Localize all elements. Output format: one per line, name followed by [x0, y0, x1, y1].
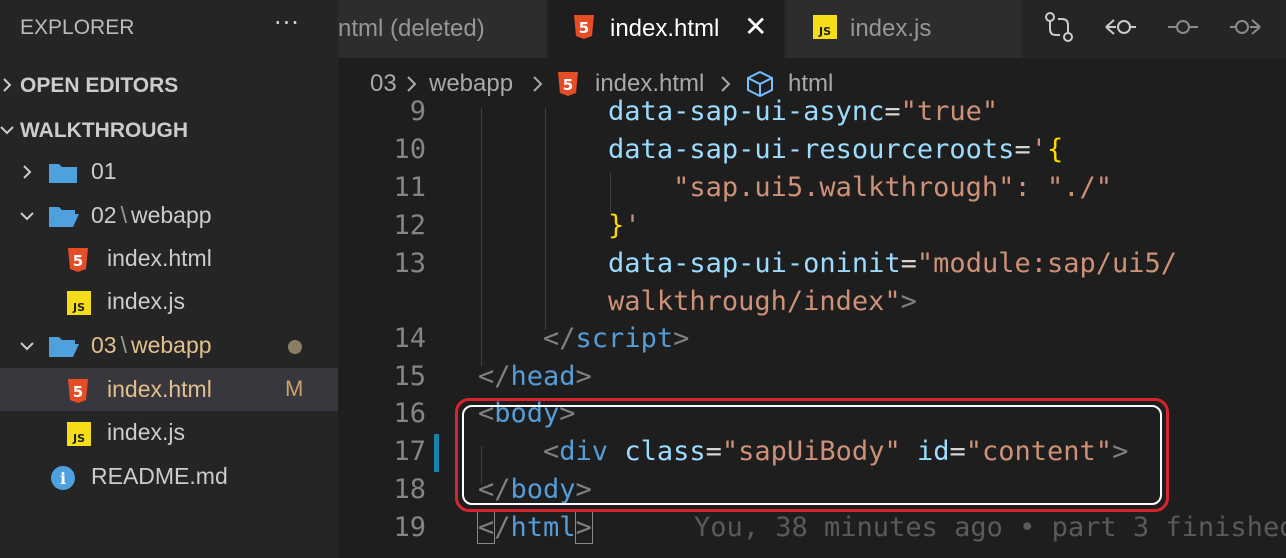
chevron-right-icon: [23, 165, 32, 179]
code-line: </head>: [478, 361, 592, 392]
html5-icon: 5: [68, 379, 88, 403]
close-icon[interactable]: ✕: [744, 10, 767, 43]
code-line: </html>: [476, 511, 593, 544]
js-file-icon: JS: [813, 15, 837, 39]
html-badge-text: 5: [563, 76, 573, 94]
git-modified-gutter-marker: [434, 434, 439, 472]
js-file-icon: JS: [67, 422, 91, 446]
chevron-down-icon: [0, 126, 14, 135]
section-open-editors[interactable]: OPEN EDITORS: [0, 66, 338, 106]
tab-label: index.html: [610, 15, 720, 42]
tab-label: ntml (deleted): [338, 15, 485, 42]
code-line: </script>: [543, 323, 690, 354]
tree-item-label: 02 \ webapp: [91, 202, 212, 228]
tree-item-folder-03-webapp[interactable]: 03 \ webapp: [0, 324, 338, 367]
js-badge-text: JS: [818, 25, 831, 38]
folder-open-icon: [49, 337, 79, 357]
tree-item-label: index.js: [107, 419, 185, 445]
chevron-right-icon: [3, 78, 12, 92]
editor-area: ntml (deleted) 5 index.html ✕ JS index.j…: [338, 0, 1286, 558]
section-walkthrough[interactable]: WALKTHROUGH: [0, 111, 338, 151]
info-icon: i: [51, 466, 75, 490]
tree-item-file[interactable]: JS index.js: [0, 411, 338, 454]
html5-icon: 5: [574, 15, 594, 39]
explorer-header: EXPLORER ···: [0, 0, 338, 56]
folder-icon: [49, 164, 77, 183]
current-change-icon[interactable]: [1166, 10, 1200, 44]
tree-item-folder-01[interactable]: 01: [0, 150, 338, 193]
chevron-down-icon: [20, 342, 34, 351]
tab-index-html-active[interactable]: 5 index.html ✕: [548, 0, 784, 58]
html5-icon: 5: [68, 248, 88, 272]
folder-open-icon: [49, 207, 79, 227]
tree-item-label: index.js: [107, 288, 185, 314]
source-control-compare-icon[interactable]: [1042, 10, 1076, 44]
line-number: 10: [393, 134, 426, 165]
breadcrumb-item[interactable]: html: [788, 70, 833, 98]
code-line: data-sap-ui-oninit="module:sap/ui5/: [608, 248, 1178, 279]
html-badge-text: 5: [579, 19, 589, 37]
tab-bar: ntml (deleted) 5 index.html ✕ JS index.j…: [338, 0, 1286, 58]
line-number: 18: [393, 474, 426, 505]
line-number: 9: [409, 96, 426, 127]
tree-item-file[interactable]: JS index.js: [0, 280, 338, 323]
tree-item-label: index.html: [107, 245, 212, 271]
highlight-annotation: [455, 398, 1169, 512]
tree-item-file[interactable]: i README.md: [0, 455, 338, 498]
line-number: 15: [393, 361, 426, 392]
line-number: 13: [393, 248, 426, 279]
chevron-right-icon: [407, 76, 417, 92]
chevron-right-icon: [721, 76, 731, 92]
breadcrumb-item[interactable]: 03: [370, 70, 397, 98]
tree-item-label: 01: [91, 158, 117, 184]
line-number: 17: [393, 436, 426, 467]
line-number: 11: [393, 172, 426, 203]
tree-item-file[interactable]: 5 index.html: [0, 237, 338, 280]
go-back-change-icon[interactable]: [1104, 10, 1138, 44]
tab-deleted-file[interactable]: ntml (deleted): [338, 0, 546, 58]
symbol-structure-icon: [747, 70, 773, 98]
code-line: walkthrough/index">: [608, 286, 917, 317]
info-badge-text: i: [60, 469, 66, 488]
go-forward-change-icon[interactable]: [1228, 10, 1262, 44]
breadcrumb-item[interactable]: index.html: [595, 70, 704, 98]
git-blame-annotation: You, 38 minutes ago • part 3 finished: [694, 512, 1286, 543]
section-label: OPEN EDITORS: [20, 74, 179, 97]
code-line: data-sap-ui-resourceroots='{: [608, 134, 1064, 165]
tree-item-folder-02-webapp[interactable]: 02 \ webapp: [0, 194, 338, 237]
line-number: 14: [393, 323, 426, 354]
line-number: 19: [393, 512, 426, 543]
code-line: }': [608, 210, 641, 241]
chevron-right-icon: [533, 76, 543, 92]
tree-item-label: index.html: [107, 376, 212, 402]
tree-item-file-selected[interactable]: 5 index.html M: [0, 368, 338, 411]
explorer-title: EXPLORER: [20, 16, 135, 39]
js-badge-text: JS: [72, 432, 85, 445]
modified-dot-icon: [288, 340, 302, 354]
modified-badge: M: [285, 376, 304, 401]
js-file-icon: JS: [67, 291, 91, 315]
html5-icon: 5: [558, 72, 578, 96]
breadcrumb-item[interactable]: webapp: [429, 70, 513, 98]
tab-index-js[interactable]: JS index.js: [786, 0, 1022, 58]
more-actions-icon[interactable]: ···: [274, 9, 300, 37]
code-line: "sap.ui5.walkthrough": "./": [673, 172, 1112, 203]
tree-item-label: README.md: [91, 463, 228, 489]
line-number: 16: [393, 398, 426, 429]
line-number: 12: [393, 210, 426, 241]
tab-label: index.js: [850, 15, 932, 42]
explorer-sidebar: EXPLORER ··· OPEN EDITORS WALKTHROUGH 01…: [0, 0, 338, 558]
html-badge-text: 5: [73, 252, 83, 270]
code-line: data-sap-ui-async="true": [608, 96, 999, 127]
html-badge-text: 5: [73, 383, 83, 401]
tree-item-label: 03 \ webapp: [91, 332, 212, 358]
js-badge-text: JS: [72, 301, 85, 314]
code-editor[interactable]: 9 10 11 12 13 14 15 16 17 18 19 data-sap…: [338, 96, 1286, 558]
section-label: WALKTHROUGH: [20, 119, 188, 142]
chevron-down-icon: [20, 212, 34, 221]
